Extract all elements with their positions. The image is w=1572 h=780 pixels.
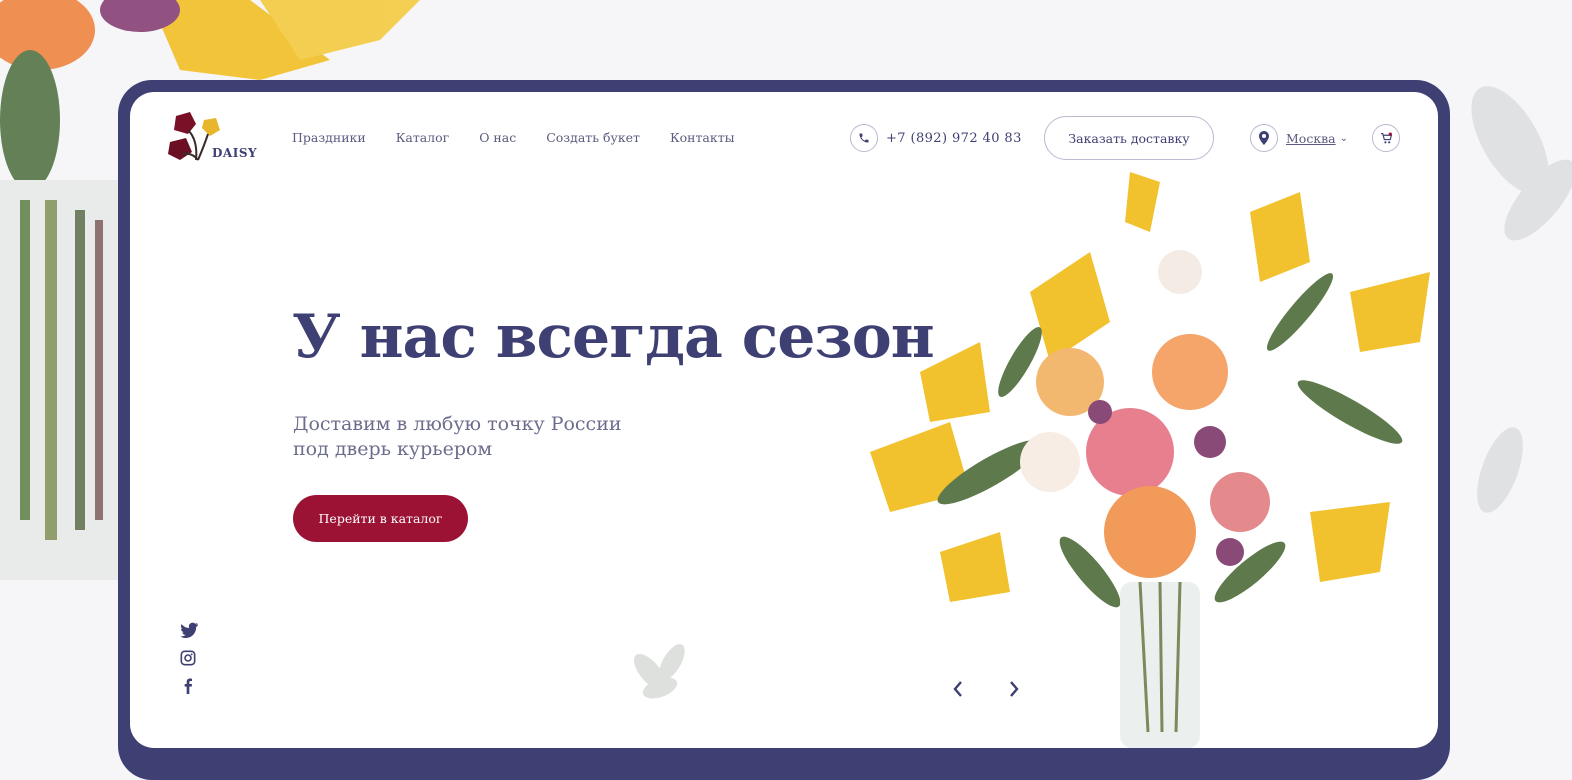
logo-flowers-icon	[168, 112, 220, 161]
city-selector[interactable]: Москва ⌄	[1250, 124, 1348, 152]
main-nav: Праздники Каталог О нас Создать букет Ко…	[292, 130, 735, 145]
bouquet-image	[870, 172, 1430, 748]
slider-controls	[950, 678, 1022, 700]
nav-item-about[interactable]: О нас	[479, 130, 516, 145]
chevron-down-icon[interactable]: ⌄	[1340, 133, 1348, 144]
city-name[interactable]: Москва	[1286, 131, 1336, 146]
instagram-icon[interactable]	[180, 650, 202, 666]
twitter-icon[interactable]	[180, 622, 202, 639]
social-links	[180, 622, 202, 694]
logo-text: DAISY	[212, 146, 258, 160]
phone-icon	[850, 124, 878, 152]
website-screen: DAISY Праздники Каталог О нас Создать бу…	[130, 92, 1438, 748]
location-icon	[1250, 124, 1278, 152]
nav-item-create-bouquet[interactable]: Создать букет	[546, 130, 640, 145]
arrow-right-icon[interactable]	[1006, 678, 1022, 700]
nav-item-holidays[interactable]: Праздники	[292, 130, 366, 145]
nav-item-catalog[interactable]: Каталог	[396, 130, 450, 145]
cart-icon[interactable]	[1372, 124, 1400, 152]
hero-subtitle-line-1: Доставим в любую точку России	[293, 413, 622, 435]
order-delivery-button[interactable]: Заказать доставку	[1044, 116, 1214, 160]
leaf-decoration	[633, 644, 685, 699]
hero-subtitle: Доставим в любую точку России под дверь …	[293, 412, 653, 462]
facebook-icon[interactable]	[180, 678, 202, 694]
phone-contact[interactable]: +7 (892) 972 40 83	[850, 124, 1022, 152]
logo[interactable]	[168, 110, 254, 170]
nav-item-contacts[interactable]: Контакты	[670, 130, 735, 145]
arrow-left-icon[interactable]	[950, 678, 966, 700]
phone-number[interactable]: +7 (892) 972 40 83	[886, 131, 1022, 146]
go-to-catalog-button[interactable]: Перейти в каталог	[293, 495, 468, 542]
hero-subtitle-line-2: под дверь курьером	[293, 438, 493, 460]
